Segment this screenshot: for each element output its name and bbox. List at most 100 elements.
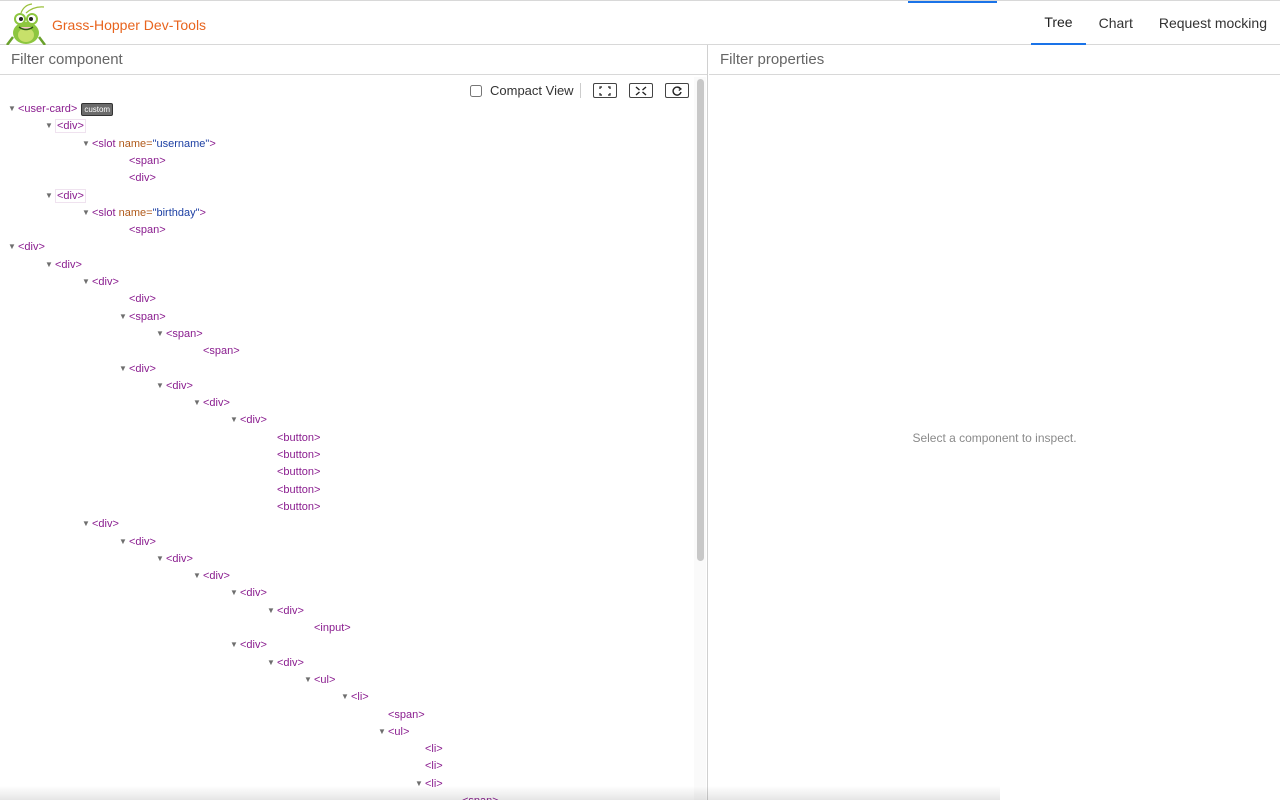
expand-toggle-icon[interactable]: ▼ (230, 585, 240, 601)
tree-node[interactable]: ▼ <div> (230, 637, 267, 653)
tree-node[interactable]: <div> (129, 170, 156, 186)
expand-toggle-icon[interactable]: ▼ (82, 274, 92, 290)
expand-toggle-icon[interactable]: ▼ (8, 239, 18, 255)
tree-node[interactable]: <input> (314, 620, 351, 636)
tree-node[interactable]: ▼ <slot name="birthday"> (82, 205, 206, 221)
expand-toggle-icon[interactable]: ▼ (45, 257, 55, 273)
expand-toggle-icon[interactable]: ▼ (119, 309, 129, 325)
expand-toggle-icon[interactable]: ▼ (82, 136, 92, 152)
expand-toggle-icon[interactable]: ▼ (415, 776, 425, 792)
tree-node[interactable]: ▼ <div> (156, 378, 193, 394)
tag-name: <span> (462, 795, 499, 800)
tree-node-label: <li> (425, 760, 443, 772)
expand-toggle-icon[interactable]: ▼ (119, 534, 129, 550)
tree-node[interactable]: <div> (129, 291, 156, 307)
tree-node[interactable]: ▼ <ul> (304, 672, 335, 688)
collapse-all-button[interactable] (628, 83, 653, 98)
tree-node[interactable]: <button> (277, 447, 320, 463)
tab-tree[interactable]: Tree (1031, 1, 1086, 45)
filter-component-input[interactable] (0, 45, 707, 75)
filter-properties-input[interactable] (709, 45, 1280, 75)
tree-node[interactable]: <span> (203, 343, 240, 359)
tag-close: > (209, 138, 216, 150)
expand-toggle-icon[interactable]: ▼ (267, 603, 277, 619)
expand-toggle-icon[interactable]: ▼ (82, 205, 92, 221)
tree-node[interactable]: ▼ <li> (415, 776, 443, 792)
expand-toggle-icon[interactable]: ▼ (156, 551, 166, 567)
expand-toggle-icon[interactable]: ▼ (267, 655, 277, 671)
expand-all-button[interactable] (592, 83, 617, 98)
tag-name: <button> (277, 501, 321, 513)
tag-name: <div> (57, 190, 84, 202)
expand-toggle-icon[interactable]: ▼ (45, 188, 55, 204)
tree-node[interactable]: ▼ <div> (267, 603, 304, 619)
tree-node-label: <button> (277, 484, 320, 496)
expand-toggle-icon[interactable]: ▼ (82, 516, 92, 532)
tree-node[interactable]: <span> (462, 793, 499, 800)
tree-node[interactable]: ▼ <div> (119, 361, 156, 377)
tree-node[interactable]: ▼ <div> (230, 585, 267, 601)
tree-node[interactable]: ▼ <div> (45, 188, 86, 204)
expand-toggle-icon[interactable]: ▼ (341, 689, 351, 705)
expand-toggle-icon[interactable]: ▼ (304, 672, 314, 688)
tag-name: <slot (92, 138, 116, 150)
tag-name: <span> (388, 709, 425, 721)
tree-node-label: <div> (277, 657, 304, 669)
tree-scrollbar-thumb[interactable] (697, 79, 704, 561)
tree-node[interactable]: <span> (129, 153, 166, 169)
tree-node-label: <span> (462, 795, 499, 800)
expand-toggle-icon[interactable]: ▼ (193, 395, 203, 411)
compact-view-checkbox[interactable] (470, 84, 482, 97)
tree-node[interactable]: <li> (425, 758, 443, 774)
tree-node-label: <div> (277, 605, 304, 617)
tree-node[interactable]: ▼ <div> (82, 516, 119, 532)
compact-view-toggle[interactable]: Compact View (470, 83, 581, 98)
tree-node[interactable]: ▼ <span> (119, 309, 166, 325)
tree-node[interactable]: ▼ <div> (45, 257, 82, 273)
tree-node[interactable]: ▼ <li> (341, 689, 369, 705)
tree-node-label: <button> (277, 449, 320, 461)
tree-node[interactable]: ▼ <div> (45, 118, 86, 134)
tree-node[interactable]: ▼ <div> (230, 412, 267, 428)
expand-toggle-icon[interactable]: ▼ (119, 361, 129, 377)
tree-node[interactable]: ▼ <ul> (378, 724, 409, 740)
tree-node[interactable]: <li> (425, 741, 443, 757)
expand-toggle-icon[interactable]: ▼ (193, 568, 203, 584)
tree-node[interactable]: ▼ <span> (156, 326, 203, 342)
tag-name: <li> (425, 760, 443, 772)
tree-node[interactable]: <button> (277, 430, 320, 446)
expand-toggle-icon[interactable]: ▼ (230, 412, 240, 428)
expand-toggle-icon[interactable]: ▼ (8, 101, 18, 117)
tag-name: <span> (129, 224, 166, 236)
expand-toggle-icon[interactable]: ▼ (156, 378, 166, 394)
tree-node[interactable]: ▼ <div> (82, 274, 119, 290)
tree-node[interactable]: ▼ <div> (193, 568, 230, 584)
tag-name: <div> (240, 414, 267, 426)
tree-node[interactable]: <button> (277, 482, 320, 498)
tree-node[interactable]: ▼ <div> (156, 551, 193, 567)
tree-node[interactable]: ▼ <div> (8, 239, 45, 255)
expand-toggle-icon[interactable]: ▼ (378, 724, 388, 740)
tree-node[interactable]: ▼ <div> (119, 534, 156, 550)
attr-value: birthday (156, 207, 196, 219)
tree-node[interactable]: ▼ <slot name="username"> (82, 136, 216, 152)
tree-node-label: <span> (203, 345, 240, 357)
expand-all-icon (598, 85, 611, 96)
refresh-button[interactable] (664, 83, 689, 98)
expand-toggle-icon[interactable]: ▼ (45, 118, 55, 134)
tree-node[interactable]: ▼ <user-card> custom (8, 101, 114, 117)
tree-node[interactable]: <span> (129, 222, 166, 238)
tree-node-label: <span> (166, 328, 203, 340)
tree-node[interactable]: ▼ <div> (193, 395, 230, 411)
tree-node[interactable]: <span> (388, 707, 425, 723)
expand-toggle-icon[interactable]: ▼ (230, 637, 240, 653)
expand-toggle-icon[interactable]: ▼ (156, 326, 166, 342)
tree-node-label: <span> (388, 709, 425, 721)
tab-request-mocking[interactable]: Request mocking (1146, 1, 1280, 45)
tab-chart[interactable]: Chart (1086, 1, 1146, 45)
tag-name: <div> (57, 120, 84, 132)
app-header: Grass-Hopper Dev-Tools Tree Chart Reques… (0, 0, 1280, 46)
tree-node[interactable]: <button> (277, 499, 320, 515)
tree-node[interactable]: ▼ <div> (267, 655, 304, 671)
tree-node[interactable]: <button> (277, 464, 320, 480)
